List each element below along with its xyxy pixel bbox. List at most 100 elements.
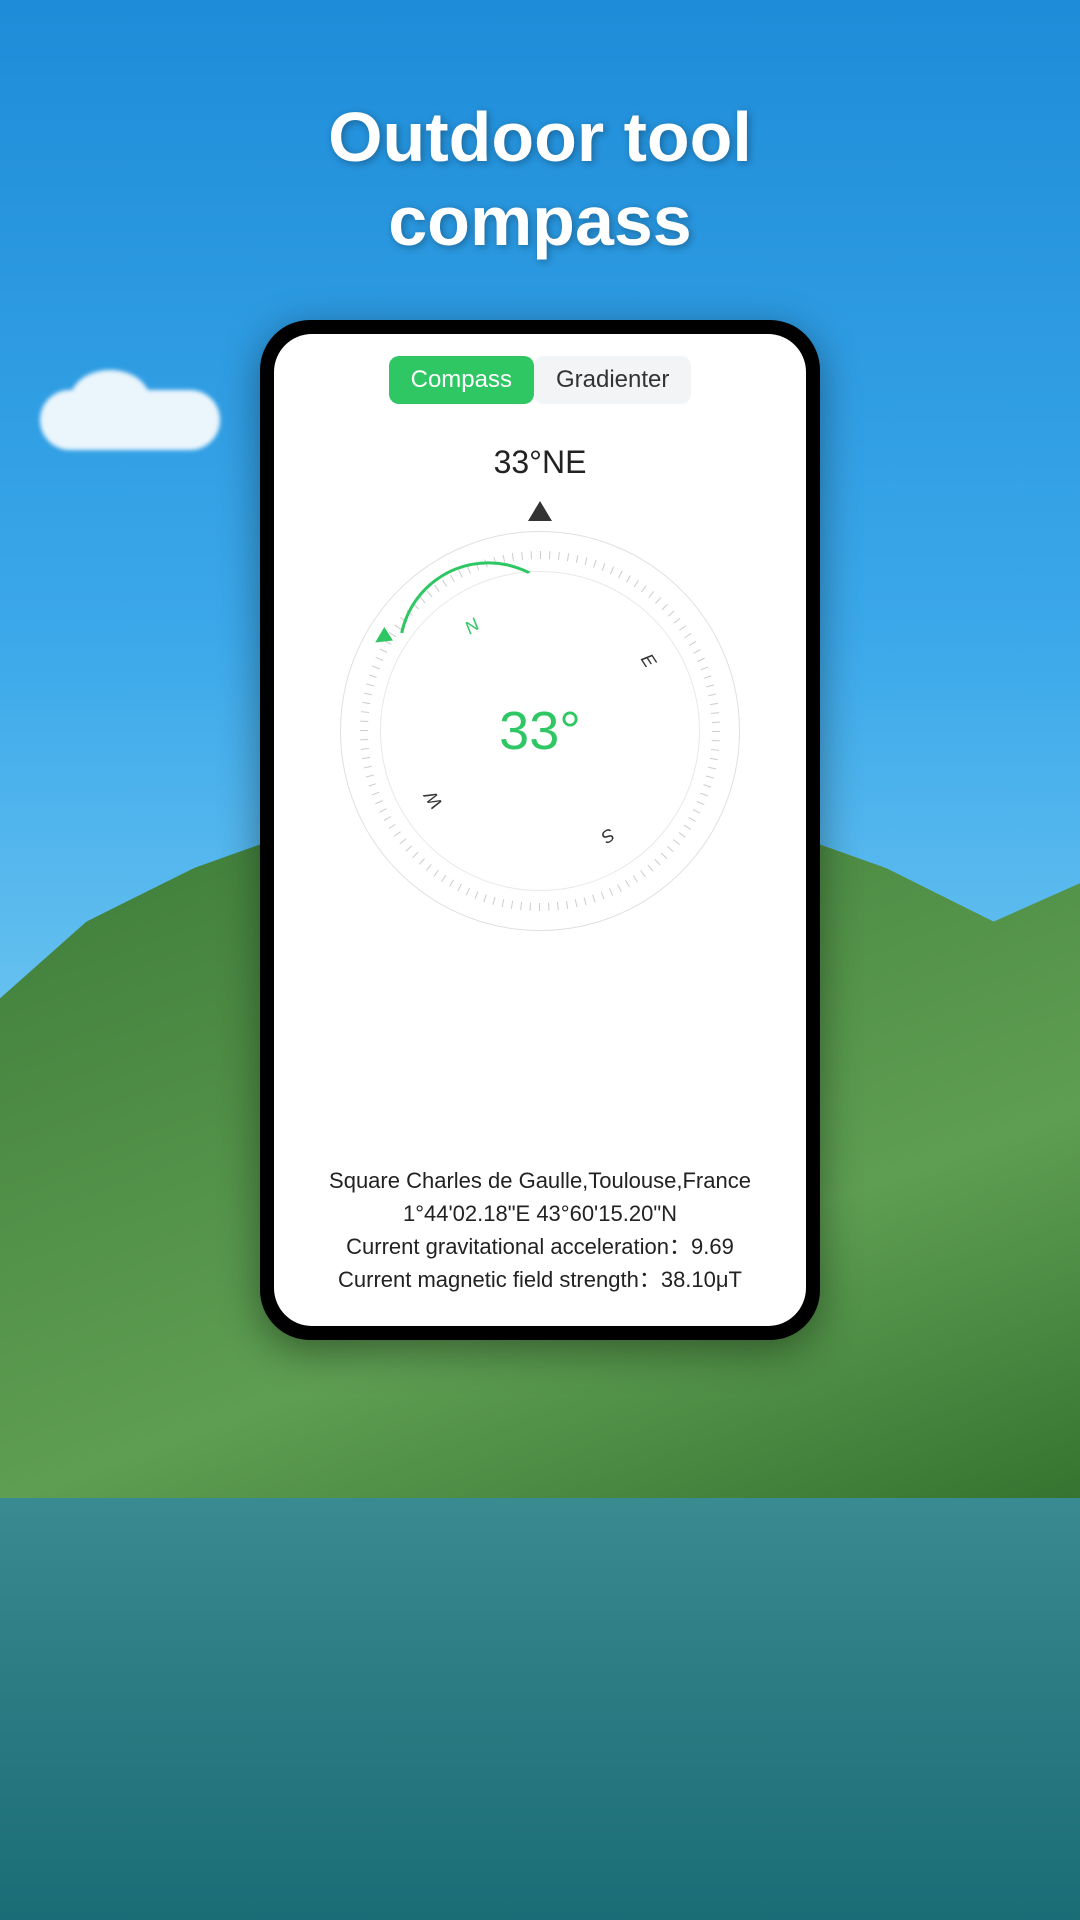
tick-mark: [540, 551, 541, 559]
tick-mark: [633, 875, 638, 882]
tick-mark: [640, 870, 646, 877]
tick-mark: [475, 891, 479, 899]
headline-line2: compass: [0, 179, 1080, 263]
cloud-decoration: [40, 390, 220, 450]
tick-mark: [548, 903, 549, 911]
phone-screen: Compass Gradienter 33°NE N E S W 33° Squ…: [274, 334, 806, 1326]
tick-mark: [576, 555, 579, 563]
tick-mark: [701, 666, 709, 670]
tick-mark: [566, 901, 568, 909]
tick-mark: [654, 859, 660, 866]
tick-mark: [706, 776, 714, 779]
tick-mark: [585, 557, 588, 565]
tick-mark: [530, 903, 531, 911]
tab-compass[interactable]: Compass: [389, 356, 534, 404]
tick-mark: [592, 895, 595, 903]
tick-mark: [679, 625, 686, 631]
tick-mark: [684, 825, 691, 830]
gravity-label: Current gravitational acceleration：: [346, 1234, 691, 1259]
tick-mark: [602, 563, 606, 571]
tick-mark: [364, 766, 372, 769]
tick-mark: [662, 604, 668, 610]
tick-mark: [697, 801, 705, 805]
tick-mark: [406, 845, 413, 851]
tick-mark: [441, 875, 446, 882]
tick-mark: [679, 832, 686, 838]
tick-mark: [648, 591, 654, 598]
tick-mark: [712, 731, 720, 732]
degree-center: 33°: [499, 700, 581, 762]
headline-line1: Outdoor tool: [0, 95, 1080, 179]
tick-mark: [704, 675, 712, 678]
tick-mark: [426, 864, 432, 871]
tick-mark: [492, 897, 495, 905]
tick-mark: [521, 552, 523, 560]
magnetic-reading: Current magnetic field strength：38.10μT: [298, 1263, 782, 1296]
compass-dial[interactable]: N E S W 33°: [320, 511, 760, 951]
tick-mark: [712, 722, 720, 723]
tick-mark: [584, 897, 587, 905]
tick-mark: [531, 551, 532, 559]
tick-mark: [689, 641, 696, 646]
mode-tabs: Compass Gradienter: [298, 356, 782, 404]
tick-mark: [369, 783, 377, 786]
tick-mark: [380, 648, 388, 653]
phone-frame: Compass Gradienter 33°NE N E S W 33° Squ…: [260, 320, 820, 1340]
tick-mark: [706, 684, 714, 687]
tick-mark: [362, 757, 370, 759]
tick-mark: [710, 703, 718, 705]
tick-mark: [558, 552, 560, 560]
tick-mark: [661, 853, 667, 859]
tick-mark: [610, 567, 614, 575]
tick-mark: [457, 884, 462, 892]
tick-mark: [375, 800, 383, 804]
tick-mark: [693, 649, 701, 654]
tick-mark: [433, 870, 439, 877]
headline: Outdoor tool compass: [0, 95, 1080, 263]
tick-mark: [641, 585, 647, 592]
info-block: Square Charles de Gaulle,Toulouse,France…: [298, 1164, 782, 1296]
tick-mark: [376, 657, 384, 661]
tick-mark: [711, 712, 719, 714]
tick-mark: [369, 674, 377, 677]
tick-mark: [617, 884, 622, 892]
tick-mark: [567, 553, 569, 561]
tick-mark: [688, 817, 695, 822]
tick-mark: [366, 775, 374, 778]
tick-mark: [483, 894, 486, 902]
tick-mark: [419, 858, 425, 865]
tick-mark: [372, 666, 380, 670]
tick-mark: [366, 683, 374, 686]
tick-mark: [626, 575, 631, 582]
tick-mark: [601, 892, 605, 900]
tick-mark: [618, 571, 623, 579]
tick-mark: [361, 748, 369, 750]
tick-mark: [379, 808, 387, 813]
tick-mark: [700, 793, 708, 797]
tick-mark: [674, 618, 681, 624]
gravity-value: 9.69: [691, 1234, 734, 1259]
tick-mark: [362, 702, 370, 704]
tick-mark: [399, 838, 406, 844]
water-decoration: [0, 1498, 1080, 1920]
tab-gradienter[interactable]: Gradienter: [534, 356, 691, 404]
tick-mark: [684, 633, 691, 638]
tick-mark: [710, 758, 718, 760]
tick-mark: [412, 852, 418, 858]
tick-mark: [668, 611, 675, 617]
tick-mark: [394, 831, 401, 837]
tick-mark: [549, 551, 550, 559]
tick-mark: [512, 553, 514, 561]
tick-mark: [655, 597, 661, 604]
tick-mark: [360, 739, 368, 740]
tick-mark: [360, 721, 368, 722]
tick-mark: [697, 658, 705, 662]
tick-mark: [372, 792, 380, 796]
tick-mark: [511, 901, 513, 909]
tick-mark: [520, 902, 522, 910]
gravity-reading: Current gravitational acceleration：9.69: [298, 1230, 782, 1263]
tick-mark: [703, 784, 711, 787]
tick-mark: [384, 816, 391, 821]
tick-mark: [667, 846, 674, 852]
tick-mark: [708, 694, 716, 697]
